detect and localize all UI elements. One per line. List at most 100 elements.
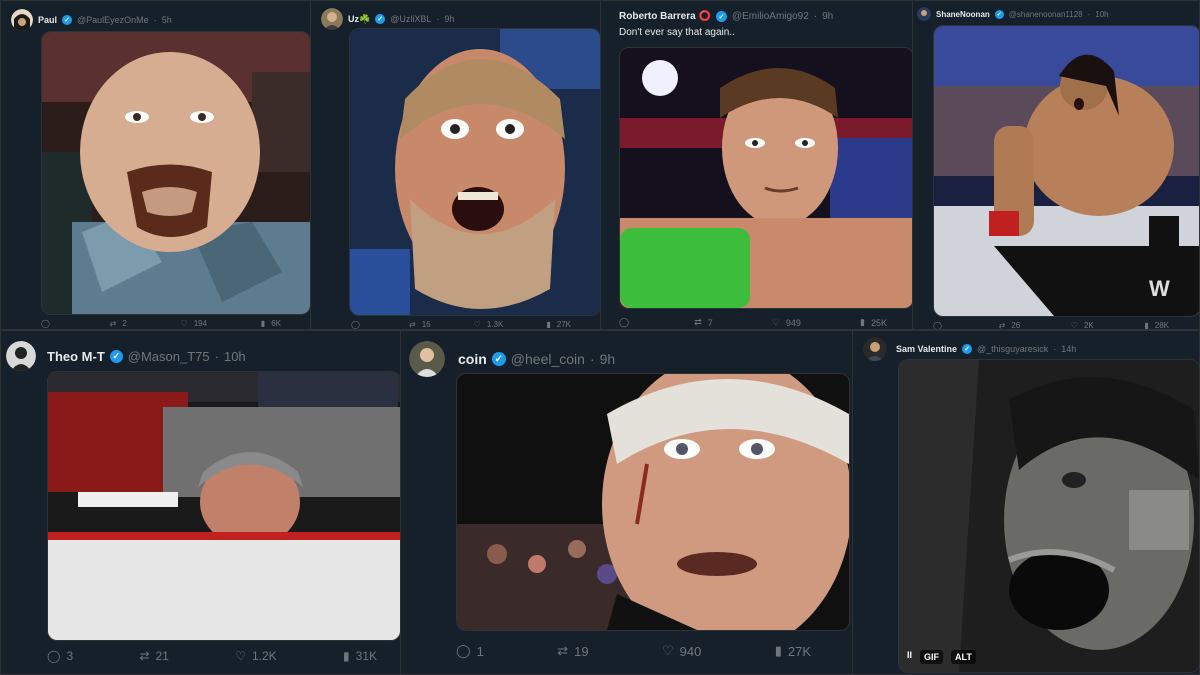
retweet-icon: ⇄ xyxy=(694,317,702,327)
reply-icon: ◯ xyxy=(933,321,942,330)
tweet-card-roberto[interactable]: Roberto Barrera ⭕ ✓ @EmilioAmigo92 · 9h … xyxy=(600,0,915,330)
views-button[interactable]: ▮ 27K xyxy=(546,320,571,329)
author-name[interactable]: Uz☘️ xyxy=(348,14,370,25)
reply-button[interactable]: ◯ 1 xyxy=(456,643,484,659)
like-button[interactable]: ♡ 1.2K xyxy=(235,649,276,663)
like-button[interactable]: ♡ 1.3K xyxy=(474,320,504,329)
tweet-card-coin[interactable]: coin ✓ @heel_coin · 9h ◯ 1 ⇄ 19 ♡ 940 ▮ 27K xyxy=(400,330,855,675)
tweet-media-image[interactable] xyxy=(456,373,850,631)
avatar[interactable] xyxy=(6,341,36,371)
reply-button[interactable]: ◯ xyxy=(41,319,56,328)
retweet-icon: ⇄ xyxy=(139,649,150,663)
tweet-card-sam[interactable]: Sam Valentine ✓ @_thisguyaresick · 14h I… xyxy=(852,330,1200,675)
views-button[interactable]: ▮ 25K xyxy=(860,317,887,328)
retweet-button[interactable]: ⇄ 21 xyxy=(139,649,168,663)
wrestler-green-wristband-image xyxy=(620,48,913,308)
pause-button[interactable]: II xyxy=(907,650,912,664)
like-count: 940 xyxy=(679,643,702,659)
reply-button[interactable]: ◯ 3 xyxy=(47,649,73,663)
tweet-header: Paul ✓ @PaulEyezOnMe · 5h xyxy=(11,9,172,31)
retweet-button[interactable]: ⇄ 16 xyxy=(409,320,431,329)
retweet-icon: ⇄ xyxy=(557,643,569,658)
author-name[interactable]: Sam Valentine xyxy=(896,344,957,354)
author-handle[interactable]: @shanenoonan1128 xyxy=(1009,10,1083,19)
retweet-button[interactable]: ⇄ 26 xyxy=(998,321,1021,330)
reply-button[interactable]: ◯ xyxy=(619,317,635,328)
reply-icon: ◯ xyxy=(351,320,360,329)
retweet-icon: ⇄ xyxy=(998,321,1006,330)
wrestler-kneeling-image: W xyxy=(934,26,1199,316)
views-button[interactable]: ▮ 31K xyxy=(343,649,377,663)
heart-icon: ♡ xyxy=(1070,321,1078,330)
retweet-button[interactable]: ⇄ 2 xyxy=(110,319,127,328)
like-button[interactable]: ♡ 2K xyxy=(1070,321,1094,330)
author-name[interactable]: ShaneNoonan xyxy=(936,10,990,19)
wrestler-goatee-image xyxy=(42,32,310,314)
tweet-media-gif[interactable]: II GIF ALT xyxy=(898,359,1199,673)
author-handle[interactable]: @_thisguyaresick xyxy=(977,344,1048,354)
tweet-actions: ◯ ⇄ 26 ♡ 2K ▮ 28K xyxy=(933,321,1169,330)
author-handle[interactable]: @Mason_T75 xyxy=(128,349,210,364)
tweet-card-theo[interactable]: Theo M-T ✓ @Mason_T75 · 10h ◯ 3 ⇄ 21 ♡ 1.2K… xyxy=(0,330,402,675)
views-button[interactable]: ▮ 28K xyxy=(1144,321,1169,330)
tweet-header: ShaneNoonan ✓ @shanenoonan1128 · 10h xyxy=(917,7,1109,21)
verified-badge-icon: ✓ xyxy=(62,15,73,25)
like-button[interactable]: ♡ 940 xyxy=(662,643,701,659)
tweet-media-image[interactable]: W xyxy=(933,25,1199,317)
avatar[interactable] xyxy=(917,7,931,21)
reply-icon: ◯ xyxy=(47,649,61,663)
timestamp[interactable]: 5h xyxy=(162,15,172,25)
views-chart-icon: ▮ xyxy=(774,643,782,658)
dark-screaming-face-image xyxy=(899,360,1199,672)
timestamp[interactable]: 9h xyxy=(444,14,454,24)
author-name[interactable]: coin xyxy=(458,351,487,367)
author-handle[interactable]: @heel_coin xyxy=(511,351,585,367)
avatar[interactable] xyxy=(321,8,343,30)
views-chart-icon: ▮ xyxy=(1144,321,1149,330)
views-button[interactable]: ▮ 6K xyxy=(261,319,281,328)
author-name[interactable]: Theo M-T xyxy=(47,349,105,364)
like-button[interactable]: ♡ 194 xyxy=(181,319,208,328)
reply-icon: ◯ xyxy=(41,319,50,328)
author-name[interactable]: Paul xyxy=(38,15,57,25)
author-handle[interactable]: @PaulEyezOnMe xyxy=(77,15,149,25)
heart-icon: ♡ xyxy=(235,649,246,663)
tweet-media-image[interactable] xyxy=(349,28,601,316)
tweet-media-image[interactable] xyxy=(619,47,914,309)
reply-button[interactable]: ◯ xyxy=(351,320,366,329)
like-button[interactable]: ♡ 949 xyxy=(772,317,801,328)
dot-separator: · xyxy=(436,14,440,24)
avatar[interactable] xyxy=(863,337,887,361)
author-handle[interactable]: @EmilioAmigo92 xyxy=(732,11,809,22)
like-count: 2K xyxy=(1083,321,1094,330)
man-behind-ring-apron-image xyxy=(48,372,400,640)
tweet-header: Uz☘️ ✓ @UzliXBL · 9h xyxy=(321,8,454,30)
retweet-button[interactable]: ⇄ 7 xyxy=(694,317,713,328)
wrestler-shocked-image xyxy=(350,29,600,315)
dot-separator: · xyxy=(1087,9,1091,19)
tweet-card-shane[interactable]: ShaneNoonan ✓ @shanenoonan1128 · 10h W ◯… xyxy=(912,0,1200,330)
views-button[interactable]: ▮ 27K xyxy=(775,643,811,659)
like-count: 949 xyxy=(785,317,801,328)
avatar[interactable] xyxy=(409,341,445,377)
tweet-card-uz[interactable]: Uz☘️ ✓ @UzliXBL · 9h ◯ ⇄ 16 ♡ 1.3K ▮ 27K xyxy=(310,0,602,330)
timestamp[interactable]: 10h xyxy=(1095,10,1108,19)
alt-text-badge[interactable]: ALT xyxy=(951,650,976,664)
tweet-card-paul[interactable]: Paul ✓ @PaulEyezOnMe · 5h ◯ ⇄ 2 ♡ 194 ▮ 6K xyxy=(0,0,312,330)
avatar[interactable] xyxy=(11,9,33,31)
reply-button[interactable]: ◯ xyxy=(933,321,948,330)
author-handle[interactable]: @UzliXBL xyxy=(390,14,431,24)
tweet-actions: ◯ ⇄ 16 ♡ 1.3K ▮ 27K xyxy=(351,320,571,329)
svg-text:W: W xyxy=(1149,276,1170,301)
tweet-media-image[interactable] xyxy=(41,31,311,315)
author-name[interactable]: Roberto Barrera ⭕ xyxy=(619,11,711,22)
retweet-button[interactable]: ⇄ 19 xyxy=(557,643,588,659)
timestamp[interactable]: 10h xyxy=(224,349,246,364)
dot-separator: · xyxy=(153,15,157,25)
tweet-actions: ◯ ⇄ 7 ♡ 949 ▮ 25K xyxy=(619,317,887,328)
timestamp[interactable]: 9h xyxy=(600,351,616,367)
timestamp[interactable]: 14h xyxy=(1061,344,1076,354)
heart-icon: ♡ xyxy=(180,319,188,328)
timestamp[interactable]: 9h xyxy=(822,11,833,22)
tweet-media-image[interactable] xyxy=(47,371,401,641)
